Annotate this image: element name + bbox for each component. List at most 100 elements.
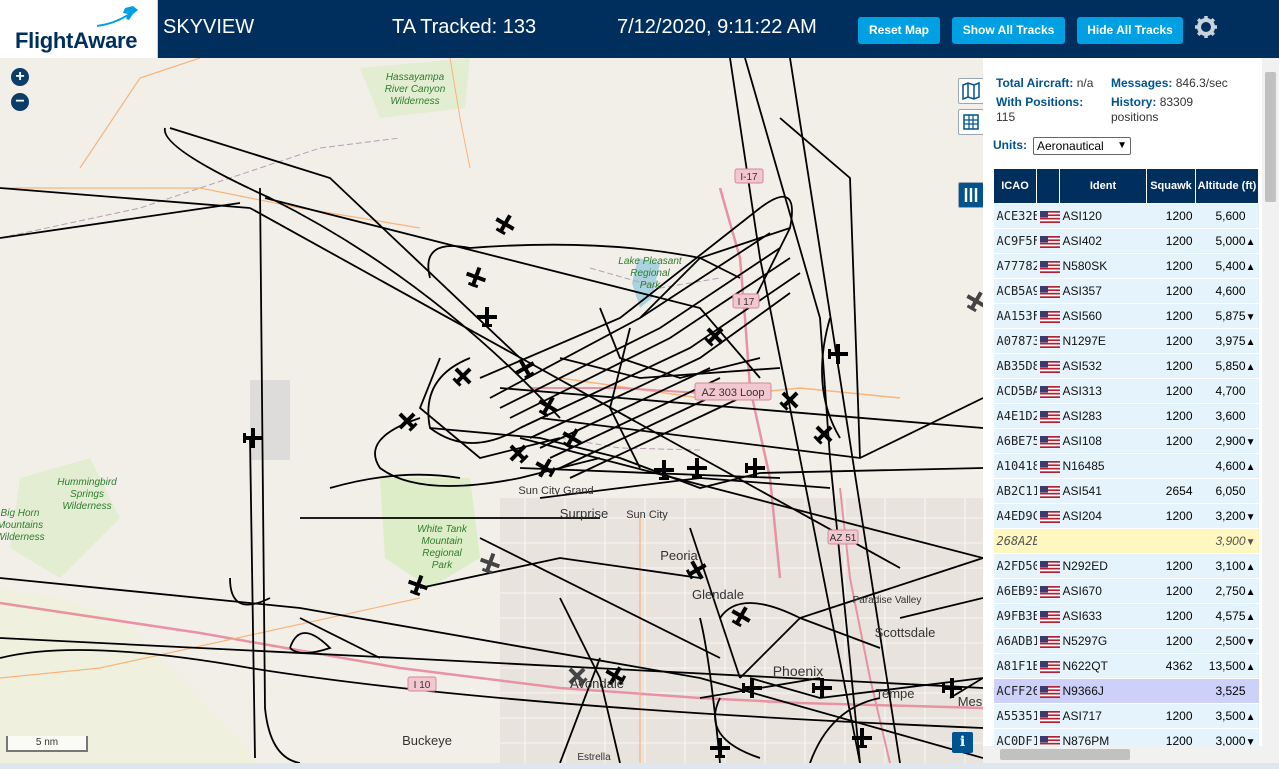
messages-value: 846.3/sec [1175,76,1228,90]
icao-cell: ACE32E [993,203,1037,229]
show-all-tracks-button[interactable]: Show All Tracks [952,17,1065,44]
table-row[interactable]: AC9F5F ASI402 1200 5,000▲ [993,228,1259,254]
map-view[interactable]: Hassayampa River Canyon Wilderness Lake … [0,58,983,763]
table-row[interactable]: A6BE75 ASI108 1200 2,900▼ [993,428,1259,454]
altitude-cell: 5,850▲ [1195,353,1259,379]
flag-cell [1036,453,1060,479]
table-row[interactable]: A55351 ASI717 1200 3,500▲ [993,703,1259,729]
table-row[interactable]: ACFF26 N9366J 3,525 [993,678,1259,704]
altitude-trend-icon: ▲ [1245,337,1256,348]
units-select[interactable]: Aeronautical ▼ [1033,137,1131,155]
map-canvas[interactable]: Hassayampa River Canyon Wilderness Lake … [0,58,983,763]
positions-label: With Positions: [996,95,1084,109]
ident-cell: ASI670 [1059,578,1147,604]
altitude-value: 5,000 [1215,234,1246,248]
highway-shield: I-17 [740,172,758,183]
map-label: Buckeye [402,733,452,748]
table-row[interactable]: A4E1D2 ASI283 1200 3,600 [993,403,1259,429]
column-header-altitude[interactable]: Altitude (ft) [1195,168,1259,204]
squawk-cell: 4362 [1146,653,1196,679]
messages-label: Messages: [1111,76,1173,90]
altitude-value: 13,500 [1208,659,1246,673]
column-header-squawk[interactable]: Squawk [1146,168,1196,204]
table-row[interactable]: A2FD50 N292ED 1200 3,100▲ [993,553,1259,579]
table-row[interactable]: AB35D8 ASI532 1200 5,850▲ [993,353,1259,379]
table-row[interactable]: A9FB3E ASI633 1200 4,575▲ [993,603,1259,629]
icao-cell: A6BE75 [993,428,1037,454]
table-row[interactable]: A81F1B N622QT 4362 13,500▲ [993,653,1259,679]
column-header-ident[interactable]: Ident [1059,168,1147,204]
altitude-trend-icon: ▲ [1245,262,1256,273]
table-row[interactable]: ACB5A9 ASI357 1200 4,600 [993,278,1259,304]
table-row[interactable]: AA153F ASI560 1200 5,875▼ [993,303,1259,329]
altitude-cell: 5,600 [1195,203,1259,229]
ident-cell: N9366J [1059,678,1147,704]
info-button[interactable]: i [952,732,973,753]
altitude-value: 2,900 [1215,434,1246,448]
ident-cell: N16485 [1059,453,1147,479]
icao-cell: 268A2B [993,528,1037,554]
highway-shield: I 17 [738,297,755,308]
altitude-trend-icon: ▼ [1245,537,1256,548]
us-flag-icon [1039,660,1060,673]
history-label: History: [1111,95,1157,109]
column-header-icao[interactable]: ICAO [993,168,1037,204]
flag-cell [1036,553,1060,579]
zoom-out-button[interactable]: − [11,93,29,111]
icao-cell: A81F1B [993,653,1037,679]
table-row[interactable]: A07873 N1297E 1200 3,975▲ [993,328,1259,354]
flightaware-logo[interactable]: FlightAware [0,0,158,58]
table-row[interactable]: 268A2B 3,900▼ [993,528,1259,554]
table-row[interactable]: A10418 N16485 4,600▲ [993,453,1259,479]
map-label: Park [432,560,454,571]
table-row[interactable]: A6ADB1 N5297G 1200 2,500▼ [993,628,1259,654]
ident-cell: N292ED [1059,553,1147,579]
vertical-scrollbar-thumb[interactable] [1265,72,1276,202]
icao-cell: ACFF26 [993,678,1037,704]
altitude-cell: 3,525 [1195,678,1259,704]
squawk-cell: 1200 [1146,278,1196,304]
us-flag-icon [1039,485,1060,498]
ident-cell: ASI402 [1059,228,1147,254]
hide-all-tracks-button[interactable]: Hide All Tracks [1077,17,1183,44]
toggle-sidebar-button[interactable] [958,182,983,208]
horizontal-scrollbar-thumb[interactable] [1000,749,1130,760]
table-row[interactable]: A77782 N580SK 1200 5,400▲ [993,253,1259,279]
column-header-flag[interactable] [1036,168,1060,204]
altitude-trend-icon: ▼ [1245,637,1256,648]
squawk-cell: 1200 [1146,253,1196,279]
table-row[interactable]: ACE32E ASI120 1200 5,600 [993,203,1259,229]
us-flag-icon [1039,435,1060,448]
units-selected-value: Aeronautical [1037,139,1104,153]
table-row[interactable]: A4ED9C ASI204 1200 3,200▼ [993,503,1259,529]
altitude-value: 5,850 [1215,359,1246,373]
altitude-value: 6,050 [1215,484,1246,498]
table-row[interactable]: A6EB93 ASI670 1200 2,750▲ [993,578,1259,604]
total-aircraft-stat: Total Aircraft: n/a [996,76,1093,91]
site-name: SKYVIEW [163,16,255,38]
flag-cell [1036,378,1060,404]
gear-icon[interactable] [1194,15,1218,39]
icao-cell: A4E1D2 [993,403,1037,429]
table-row[interactable]: ACD5BA ASI313 1200 4,700 [993,378,1259,404]
map-label: Surprise [560,506,608,521]
altitude-cell: 2,900▼ [1195,428,1259,454]
altitude-cell: 3,100▲ [1195,553,1259,579]
altitude-cell: 4,600▲ [1195,453,1259,479]
total-aircraft-label: Total Aircraft: [996,76,1074,90]
altitude-trend-icon: ▲ [1245,712,1256,723]
map-label: Springs [70,489,104,500]
altitude-trend-icon: ▲ [1245,662,1256,673]
us-flag-icon [1039,410,1060,423]
zoom-in-button[interactable]: + [11,68,29,86]
flag-cell [1036,428,1060,454]
flag-cell [1036,278,1060,304]
table-row[interactable]: AB2C11 ASI541 2654 6,050 [993,478,1259,504]
reset-map-button[interactable]: Reset Map [858,17,940,44]
range-rings-button[interactable] [958,109,983,135]
map-label: Sun City Grand [518,485,593,497]
map-label: Paradise Valley [853,595,922,606]
map-layers-button[interactable] [958,78,983,104]
us-flag-icon [1039,685,1060,698]
flag-cell [1036,253,1060,279]
